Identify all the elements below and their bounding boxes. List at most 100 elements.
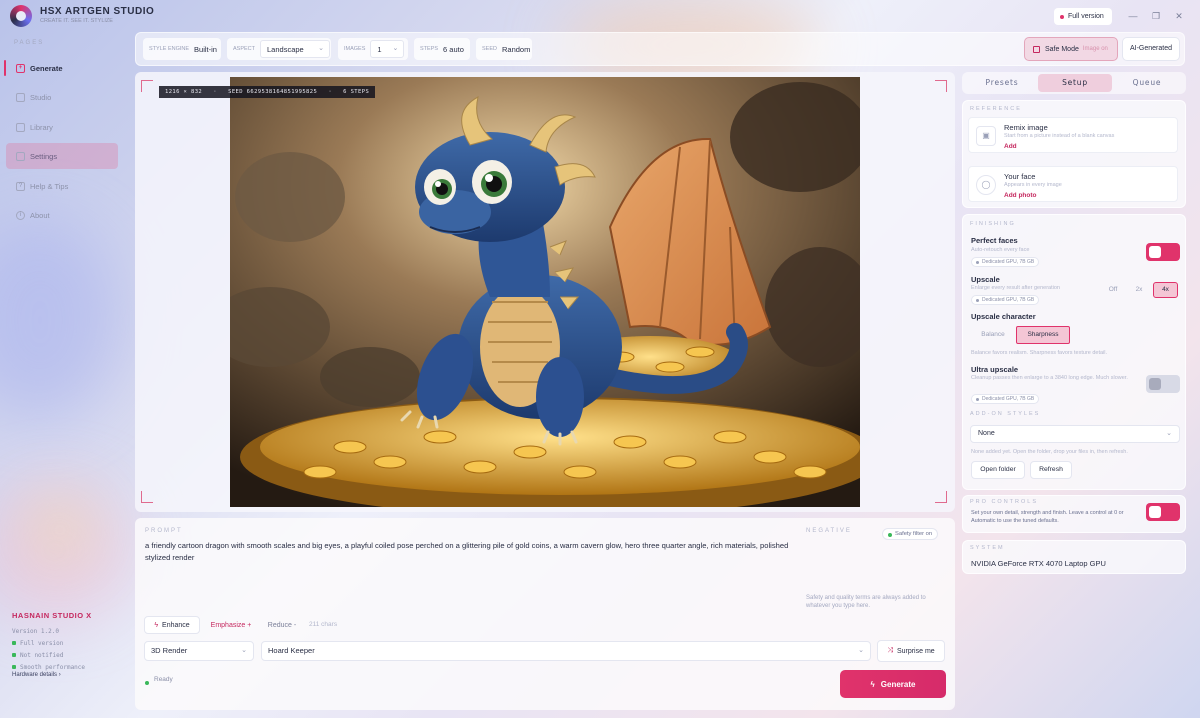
close-icon[interactable]: ✕ bbox=[1172, 9, 1186, 23]
sidebar-item-label: Settings bbox=[30, 151, 58, 161]
sidebar-item-studio[interactable]: Studio bbox=[6, 84, 118, 110]
emphasize-button[interactable]: Emphasize + bbox=[206, 616, 256, 634]
ai-generated-button[interactable]: AI-Generated bbox=[1122, 37, 1180, 61]
style-engine-label: STYLE ENGINE bbox=[149, 46, 190, 52]
frame-corner bbox=[935, 491, 947, 503]
sidebar-item-label: Help & Tips bbox=[30, 181, 69, 191]
ultra-upscale-title: Ultra upscale bbox=[971, 365, 1019, 374]
system-label: SYSTEM bbox=[970, 545, 1005, 551]
char-count: 211 chars bbox=[309, 621, 338, 628]
generated-image[interactable] bbox=[230, 77, 860, 507]
preset-select[interactable]: Hoard Keeper ⌄ bbox=[261, 641, 871, 661]
help-icon: ? bbox=[16, 181, 25, 191]
refresh-button[interactable]: Refresh bbox=[1030, 461, 1072, 479]
gpu-pill: Dedicated GPU, 7B GB bbox=[971, 394, 1040, 404]
studio-icon bbox=[16, 92, 25, 102]
app-title: HSX ARTGEN STUDIO bbox=[40, 6, 155, 17]
check-icon bbox=[12, 653, 16, 657]
toggle-knob bbox=[1149, 378, 1161, 390]
open-folder-button[interactable]: Open folder bbox=[971, 461, 1025, 479]
style-engine-value: Built-in bbox=[194, 44, 217, 54]
generate-icon: + bbox=[16, 63, 25, 73]
tab-queue[interactable]: Queue bbox=[1112, 74, 1182, 92]
sidebar-item-label: About bbox=[30, 210, 50, 220]
pro-controls-toggle[interactable] bbox=[1146, 503, 1180, 521]
seed-control[interactable]: SEED Random bbox=[476, 38, 532, 60]
addon-styles-select[interactable]: None ⌄ bbox=[970, 425, 1180, 443]
images-control: IMAGES 1 ⌄ bbox=[338, 38, 408, 60]
shuffle-icon: ⤨ bbox=[887, 647, 893, 654]
status-line: Smooth performance bbox=[12, 664, 85, 671]
sharpness-option[interactable]: Sharpness bbox=[1016, 326, 1070, 344]
reduce-button[interactable]: Reduce - bbox=[262, 616, 302, 634]
person-icon: ◯ bbox=[976, 175, 996, 195]
images-select[interactable]: 1 ⌄ bbox=[370, 40, 405, 58]
sidebar-item-label: Library bbox=[30, 122, 53, 132]
generate-button[interactable]: ϟ Generate bbox=[840, 670, 946, 698]
app-subtitle: CREATE IT. SEE IT. STYLIZE bbox=[40, 18, 113, 24]
restore-icon[interactable]: ❐ bbox=[1149, 9, 1163, 23]
tab-setup[interactable]: Setup bbox=[1038, 74, 1112, 92]
status-line: Full version bbox=[12, 640, 63, 647]
safe-mode-button[interactable]: Safe Mode Image on bbox=[1024, 37, 1118, 61]
ultra-upscale-sub: Cleanup passes then enlarge to a 3840 lo… bbox=[971, 375, 1128, 381]
addon-styles-label: ADD-ON STYLES bbox=[970, 411, 1041, 417]
remix-image-slot[interactable]: ▣ Remix image Start from a picture inste… bbox=[968, 117, 1178, 153]
style-select[interactable]: 3D Render ⌄ bbox=[144, 641, 254, 661]
style-engine-control[interactable]: STYLE ENGINE Built-in bbox=[143, 38, 221, 60]
prompt-input[interactable]: a friendly cartoon dragon with smooth sc… bbox=[145, 540, 795, 564]
upscale-title: Upscale bbox=[971, 275, 1000, 284]
status-text: Ready bbox=[145, 676, 173, 685]
library-icon bbox=[16, 122, 25, 132]
sidebar-item-settings[interactable]: Settings bbox=[6, 143, 118, 169]
upscale-4x-option[interactable]: 4x bbox=[1153, 282, 1178, 298]
bolt-icon: ϟ bbox=[870, 679, 875, 689]
toggle-knob bbox=[1149, 506, 1161, 518]
enhance-button[interactable]: ϟ Enhance bbox=[144, 616, 200, 634]
sidebar-item-generate[interactable]: + Generate bbox=[4, 55, 118, 81]
hardware-details-link[interactable]: Hardware details › bbox=[12, 672, 61, 678]
your-face-slot[interactable]: ◯ Your face Appears in every image Add p… bbox=[968, 166, 1178, 202]
chevron-down-icon: ⌄ bbox=[392, 45, 399, 52]
image-size: 1216 × 832 bbox=[165, 89, 203, 95]
remix-title: Remix image bbox=[1004, 123, 1048, 132]
remix-add-link[interactable]: Add bbox=[1004, 143, 1017, 150]
sidebar-item-help[interactable]: ? Help & Tips bbox=[6, 173, 118, 199]
seed-label: SEED bbox=[482, 46, 497, 52]
info-icon: i bbox=[16, 210, 25, 220]
aspect-control: ASPECT Landscape ⌄ bbox=[227, 38, 331, 60]
upscale-2x-option[interactable]: 2x bbox=[1127, 282, 1151, 298]
upscale-off-option[interactable]: Off bbox=[1100, 282, 1126, 298]
pro-controls-text: Set your own detail, strength and finish… bbox=[971, 510, 1124, 524]
chevron-down-icon: ⌄ bbox=[1166, 430, 1172, 437]
toggle-knob bbox=[1149, 246, 1161, 258]
gpu-pill: Dedicated GPU, 7B GB bbox=[971, 257, 1040, 267]
sidebar-item-about[interactable]: i About bbox=[6, 202, 118, 228]
images-label: IMAGES bbox=[344, 46, 366, 52]
steps-control[interactable]: STEPS 6 auto bbox=[414, 38, 470, 60]
negative-hint: Safety and quality terms are always adde… bbox=[806, 595, 926, 609]
status-dot-icon bbox=[145, 681, 149, 685]
seed-value: Random bbox=[501, 44, 531, 54]
wand-icon: ϟ bbox=[154, 621, 159, 629]
chevron-down-icon: ⌄ bbox=[241, 647, 247, 654]
perfect-faces-toggle[interactable] bbox=[1146, 243, 1180, 261]
version-label: Version 1.2.0 bbox=[12, 628, 59, 635]
safe-mode-sub: Image on bbox=[1082, 46, 1108, 52]
finishing-label: FINISHING bbox=[970, 221, 1016, 227]
sidebar-item-library[interactable]: Library bbox=[6, 114, 118, 140]
ultra-upscale-toggle[interactable] bbox=[1146, 375, 1180, 393]
surprise-me-button[interactable]: ⤨ Surprise me bbox=[877, 640, 945, 662]
tab-presets[interactable]: Presets bbox=[966, 74, 1038, 92]
balance-option[interactable]: Balance bbox=[971, 326, 1015, 344]
minimize-icon[interactable]: — bbox=[1126, 9, 1140, 23]
upscale-sub: Enlarge every result after generation bbox=[971, 285, 1060, 291]
status-dot-icon bbox=[1060, 15, 1064, 19]
status-dot-icon bbox=[888, 533, 892, 537]
aspect-select[interactable]: Landscape ⌄ bbox=[260, 40, 331, 58]
reference-label: REFERENCE bbox=[970, 106, 1022, 112]
add-photo-link[interactable]: Add photo bbox=[1004, 192, 1037, 199]
check-icon bbox=[12, 665, 16, 669]
full-version-badge[interactable]: Full version bbox=[1054, 8, 1112, 25]
upscale-character-title: Upscale character bbox=[971, 312, 1036, 321]
